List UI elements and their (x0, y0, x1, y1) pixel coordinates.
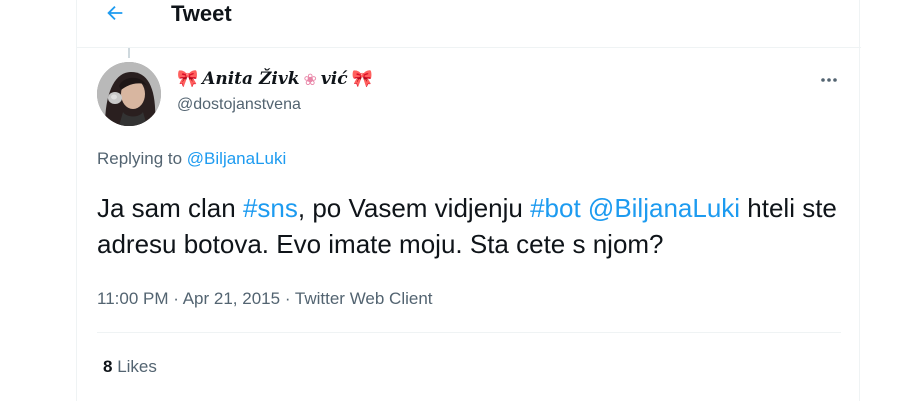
replying-prefix: Replying to (97, 149, 183, 168)
page-title: Tweet (171, 1, 232, 26)
thread-connector-line (128, 48, 130, 58)
meta-separator: · (173, 289, 179, 308)
tweet-text: Ja sam clan #sns, po Vasem vidjenju #bot… (97, 190, 837, 262)
display-name[interactable]: 🎀 Anita Živk ❀ vić 🎀 (177, 67, 373, 91)
divider (97, 332, 841, 333)
ribbon-icon: 🎀 (351, 69, 373, 89)
hashtag-link[interactable]: #bot (530, 193, 581, 223)
likes-link[interactable]: 8 Likes (103, 357, 157, 377)
more-options-button[interactable] (817, 68, 841, 92)
tweet-text-segment: Ja sam clan (97, 193, 243, 223)
tweet-date[interactable]: Apr 21, 2015 (183, 289, 280, 308)
page-header: Tweet (77, 0, 861, 48)
mention-link[interactable]: @BiljanaLuki (588, 193, 740, 223)
tweet-client[interactable]: Twitter Web Client (295, 289, 433, 308)
meta-separator: · (284, 289, 291, 308)
tweet-time[interactable]: 11:00 PM (97, 289, 169, 308)
flower-icon: ❀ (303, 69, 317, 89)
tweet-text-segment (581, 193, 588, 223)
likes-count: 8 (103, 357, 113, 376)
replying-to-link[interactable]: @BiljanaLuki (187, 149, 286, 168)
ellipsis-icon (821, 78, 837, 82)
user-handle[interactable]: @dostojanstvena (177, 96, 301, 114)
back-button[interactable] (99, 0, 131, 26)
display-name-part-2: vić (320, 69, 348, 89)
tweet-text-segment: , po Vasem vidjenju (297, 193, 531, 223)
display-name-part-1: Anita Živk (202, 69, 300, 89)
avatar-photo (97, 62, 161, 126)
ribbon-icon: 🎀 (177, 69, 199, 89)
replying-to: Replying to @BiljanaLuki (97, 149, 286, 169)
hashtag-link[interactable]: #sns (243, 193, 298, 223)
likes-label: Likes (117, 357, 157, 376)
tweet-column: Tweet 🎀 Anita Živk ❀ vić 🎀 @dostojanstvena… (76, 0, 861, 401)
avatar[interactable] (97, 62, 161, 126)
tweet-metadata: 11:00 PM · Apr 21, 2015 · Twitter Web Cl… (97, 289, 433, 309)
arrow-left-icon (107, 5, 123, 21)
